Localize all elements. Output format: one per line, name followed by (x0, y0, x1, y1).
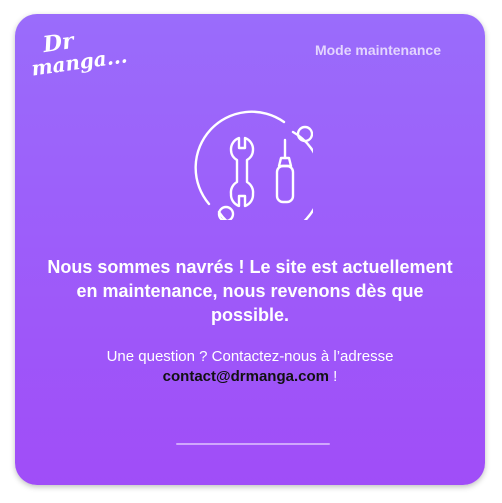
drmanga-logo[interactable]: Dr manga... (30, 28, 129, 81)
maintenance-headline: Nous sommes navrés ! Le site est actuell… (47, 257, 453, 325)
contact-email-link[interactable]: contact@drmanga.com (163, 368, 329, 385)
contact-question: Une question ? Contactez-nous à l’adress… (45, 347, 455, 387)
contact-question-text: Une question ? Contactez-nous à l’adress… (106, 348, 394, 365)
divider (176, 443, 330, 445)
maintenance-card: Dr manga... Mode maintenance Nous sommes… (15, 14, 485, 485)
wrench-screwdriver-icon (194, 110, 313, 220)
contact-question-suffix: ! (328, 368, 338, 385)
mode-label: Mode maintenance (314, 42, 441, 58)
